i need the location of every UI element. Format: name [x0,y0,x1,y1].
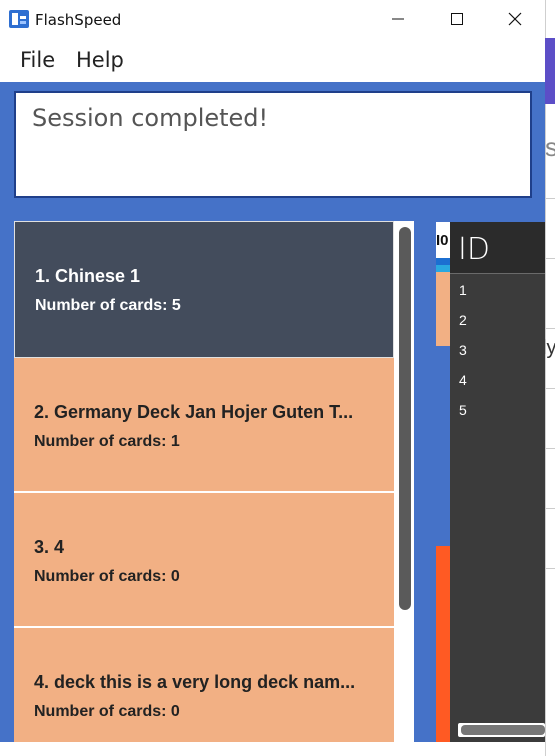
deck-card-count: Number of cards: 5 [35,297,181,314]
deck-card[interactable]: 3. 4 Number of cards: 0 [14,493,394,628]
id-table[interactable]: ID 1 2 3 4 5 [450,222,545,742]
id-cell: 1 [459,282,467,298]
id-header-label: ID [458,232,490,267]
partial-card-label: I0 [436,232,449,249]
deck-title: 2. Germany Deck Jan Hojer Guten T... [34,402,354,422]
background-window-divider [546,328,555,329]
result-message: Session completed! [32,104,269,132]
id-table-scroll-thumb[interactable] [461,725,545,735]
table-row[interactable]: 4 [450,365,545,395]
id-column-header[interactable]: ID [450,222,545,274]
deck-title: 1. Chinese 1 [35,266,141,286]
background-window-divider [546,388,555,389]
deck-title: 4. deck this is a very long deck nam... [34,672,356,692]
result-display[interactable]: Session completed! [14,91,532,198]
deck-card-count: Number of cards: 0 [34,568,180,585]
background-window-divider [546,258,555,259]
background-window-header [545,38,555,104]
partial-card-accent [436,265,450,272]
id-cell: 4 [459,372,467,388]
background-window-divider [546,508,555,509]
menu-file[interactable]: File [20,48,55,72]
deck-card-count: Number of cards: 0 [34,703,180,720]
background-window-divider [546,448,555,449]
menu-bar: File Help [0,38,545,82]
table-row[interactable]: 1 [450,275,545,305]
menu-help[interactable]: Help [76,48,124,72]
deck-title: 3. 4 [34,537,65,557]
background-window-edge [545,0,555,756]
deck-card[interactable]: 4. deck this is a very long deck nam... … [14,628,394,743]
background-window-divider [546,198,555,199]
result-panel: Session completed! [0,82,545,207]
minimize-icon [392,18,404,20]
id-cell: 2 [459,312,467,328]
window-bottom-edge [0,742,545,756]
title-bar: FlashSpeed [0,0,555,38]
partial-card-orange [436,546,450,742]
id-cell: 5 [459,402,467,418]
partial-card-accent [436,258,450,265]
minimize-button[interactable] [375,0,421,38]
deck-list-scroll-thumb[interactable] [399,227,411,610]
background-window-text: s [545,132,555,162]
background-window-divider [546,568,555,569]
deck-list[interactable]: 1. Chinese 1 Number of cards: 5 2. Germa… [14,221,414,743]
deck-card-count: Number of cards: 1 [34,433,180,450]
table-row[interactable]: 3 [450,335,545,365]
table-row[interactable]: 5 [450,395,545,425]
deck-card[interactable]: 2. Germany Deck Jan Hojer Guten T... Num… [14,358,394,493]
close-icon [508,12,522,26]
flashcard-app-icon [9,10,29,28]
id-cell: 3 [459,342,467,358]
maximize-button[interactable] [434,0,480,38]
window-title: FlashSpeed [35,11,122,29]
deck-list-panel: 1. Chinese 1 Number of cards: 5 2. Germa… [0,207,427,743]
table-row[interactable]: 2 [450,305,545,335]
close-button[interactable] [492,0,538,38]
deck-card[interactable]: 1. Chinese 1 Number of cards: 5 [14,221,394,358]
maximize-icon [451,13,463,25]
